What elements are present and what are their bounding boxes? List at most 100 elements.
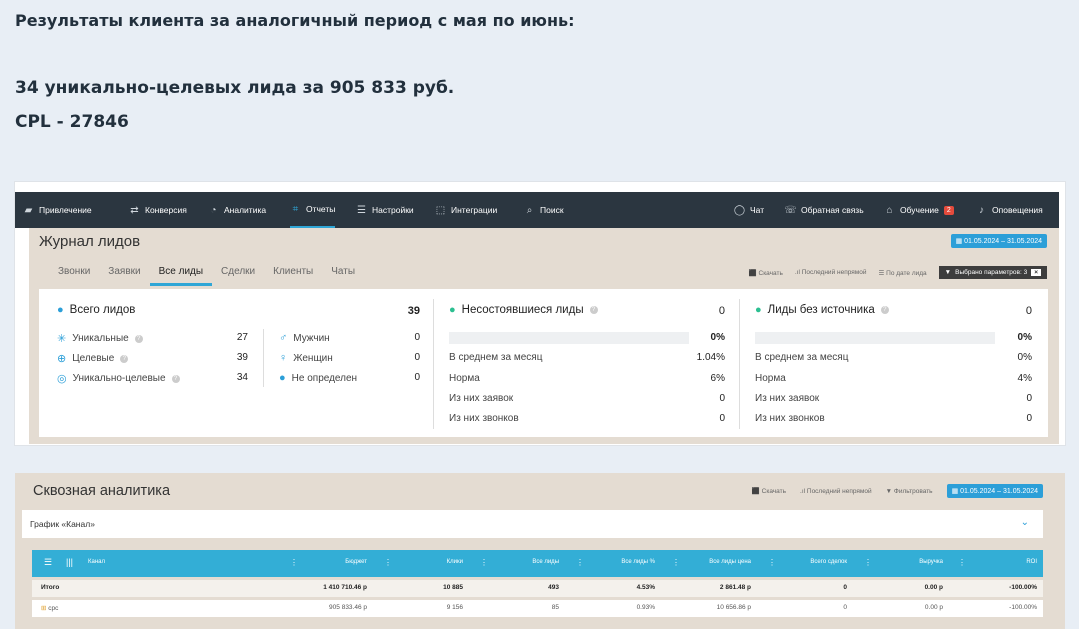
nav-item-chat[interactable]: ◯ Чат xyxy=(734,192,764,228)
attribution-button[interactable]: .ıl Последний непрямой xyxy=(800,488,872,495)
cell-revenue: 0.00 р xyxy=(924,584,943,591)
download-button[interactable]: ⬛ Скачать xyxy=(749,269,783,277)
failed-leads-header: ● Несостоявшиеся лиды ? xyxy=(449,304,598,316)
target-value: 39 xyxy=(236,352,248,363)
column-menu-icon[interactable]: ⋮ xyxy=(864,558,872,567)
no-source-header: ● Лиды без источника ? xyxy=(755,304,889,316)
column-header-roi[interactable]: ROI xyxy=(1026,559,1037,565)
row-name-cell: ⊞ cpc xyxy=(41,604,58,612)
divider xyxy=(263,329,264,387)
analytics-icon: ◔ xyxy=(210,204,217,216)
filter-label: Фильтровать xyxy=(893,487,933,495)
column-menu-icon[interactable]: ⋮ xyxy=(290,558,298,567)
target-icon: ⊕ xyxy=(57,353,67,365)
help-icon[interactable]: ? xyxy=(120,354,129,363)
tab-calls[interactable]: Звонки xyxy=(49,266,99,286)
journal-tabs: Звонки Заявки Все лиды Сделки Клиенты Ча… xyxy=(49,266,364,286)
tab-clients[interactable]: Клиенты xyxy=(264,266,322,286)
tab-requests[interactable]: Заявки xyxy=(99,266,149,286)
cell-roi: -100.00% xyxy=(1009,584,1037,591)
cell-budget: 905 833.46 р xyxy=(329,604,367,611)
filter-icon: ▼ xyxy=(885,487,894,495)
undefined-label: Не определен xyxy=(291,372,358,384)
tab-all-leads[interactable]: Все лиды xyxy=(149,266,213,286)
filter-button[interactable]: ▼ Фильтровать xyxy=(886,488,933,495)
columns-icon[interactable]: ||| xyxy=(66,557,73,567)
tab-deals[interactable]: Сделки xyxy=(212,266,264,286)
nav-item-feedback[interactable]: ☏ Обратная связь xyxy=(784,192,863,228)
date-range-button[interactable]: ▦ 01.05.2024 – 31.05.2024 xyxy=(950,234,1047,248)
column-header-all-leads-percent[interactable]: Все лиды % xyxy=(621,559,655,565)
tab-chats[interactable]: Чаты xyxy=(322,266,364,286)
nav-item-notifications[interactable]: ♪ Оповещения xyxy=(976,192,1043,228)
female-label: Женщин xyxy=(293,352,333,364)
column-header-revenue[interactable]: Выручка xyxy=(919,559,943,565)
download-button[interactable]: ⬛ Скачать xyxy=(752,487,786,495)
nav-item-analytics[interactable]: ◔ Аналитика xyxy=(208,192,266,228)
user-icon: ● xyxy=(279,372,286,384)
nav-label: Привлечение xyxy=(39,205,92,215)
sort-button[interactable]: ☰ По дате лида xyxy=(879,269,927,277)
integrations-icon: ⬚ xyxy=(435,204,446,216)
nav-item-integrations[interactable]: ⬚ Интеграции xyxy=(435,192,497,228)
table-row-cpc[interactable]: ⊞ cpc 905 833.46 р 9 156 85 0.93% 10 656… xyxy=(32,600,1043,617)
divider xyxy=(739,299,740,429)
nav-item-reports[interactable]: ⌗ Отчеты xyxy=(290,192,336,228)
no-source-requests-label: Из них заявок xyxy=(755,393,820,404)
search-icon: ⌕ xyxy=(526,204,533,216)
failed-norm-label: Норма xyxy=(449,373,480,384)
channel-graph-dropdown[interactable]: График «Канал» ⌄ xyxy=(22,510,1043,538)
column-header-all-leads[interactable]: Все лиды xyxy=(532,559,559,565)
male-row: ♂ Мужчин xyxy=(279,332,330,344)
selected-params-label: Выбрано параметров: 3 xyxy=(955,269,1028,276)
nav-label: Настройки xyxy=(372,205,414,215)
no-source-norm-value: 4% xyxy=(1017,373,1032,384)
date-range-button[interactable]: ▦ 01.05.2024 – 31.05.2024 xyxy=(946,484,1043,498)
no-source-percent: 0% xyxy=(1017,332,1032,343)
nav-item-conversion[interactable]: ⇄ Конверсия xyxy=(129,192,187,228)
unknown-source-icon: ● xyxy=(755,304,762,316)
calendar-icon: ▦ xyxy=(951,488,961,495)
user-icon: ● xyxy=(57,304,64,316)
reports-icon: ⌗ xyxy=(292,203,299,215)
column-header-deals[interactable]: Всего сделок xyxy=(810,559,847,565)
column-header-budget[interactable]: Бюджет xyxy=(345,559,367,565)
column-menu-icon[interactable]: ⋮ xyxy=(672,558,680,567)
cell-revenue: 0.00 р xyxy=(924,604,943,611)
column-menu-icon[interactable]: ⋮ xyxy=(958,558,966,567)
nav-item-education[interactable]: ⌂ Обучение 2 xyxy=(884,192,954,228)
cell-deals: 0 xyxy=(843,584,847,591)
sort-icon[interactable]: ☰ xyxy=(44,557,52,568)
column-menu-icon[interactable]: ⋮ xyxy=(384,558,392,567)
cell-all-leads-percent: 0.93% xyxy=(636,604,655,611)
nav-item-search[interactable]: ⌕ Поиск xyxy=(524,192,564,228)
unique-target-value: 34 xyxy=(236,372,248,383)
column-header-lead-price[interactable]: Все лиды цена xyxy=(709,559,751,565)
close-icon[interactable]: × xyxy=(1031,269,1041,276)
failed-requests-value: 0 xyxy=(719,393,725,404)
column-header-channel[interactable]: Канал xyxy=(88,559,105,565)
education-badge: 2 xyxy=(943,205,954,215)
top-navigation: ▰ Привлечение ⇄ Конверсия ◔ Аналитика ⌗ … xyxy=(15,192,1059,228)
column-menu-icon[interactable]: ⋮ xyxy=(768,558,776,567)
selected-params-button[interactable]: ▼ Выбрано параметров: 3 × xyxy=(938,266,1047,279)
divider xyxy=(433,299,434,429)
attribution-button[interactable]: .ıl Последний непрямой xyxy=(795,269,867,276)
help-icon[interactable]: ? xyxy=(880,306,889,314)
nav-item-settings[interactable]: ☰ Настройки xyxy=(356,192,414,228)
help-icon[interactable]: ? xyxy=(589,306,598,314)
page-title: Журнал лидов xyxy=(39,233,141,250)
column-header-clicks[interactable]: Клики xyxy=(447,559,463,565)
intro-line-3: CPL - 27846 xyxy=(15,112,129,132)
journal-tools: ⬛ Скачать .ıl Последний непрямой ☰ По да… xyxy=(749,266,1047,279)
download-icon: ⬛ xyxy=(751,488,762,495)
help-icon[interactable]: ? xyxy=(171,374,180,383)
column-menu-icon[interactable]: ⋮ xyxy=(480,558,488,567)
nav-label: Отчеты xyxy=(306,204,336,214)
feedback-icon: ☏ xyxy=(784,204,797,216)
column-menu-icon[interactable]: ⋮ xyxy=(576,558,584,567)
nav-label: Интеграции xyxy=(451,205,498,215)
help-icon[interactable]: ? xyxy=(134,334,143,343)
nav-item-acquisition[interactable]: ▰ Привлечение xyxy=(23,192,92,228)
settings-icon: ☰ xyxy=(357,204,366,216)
